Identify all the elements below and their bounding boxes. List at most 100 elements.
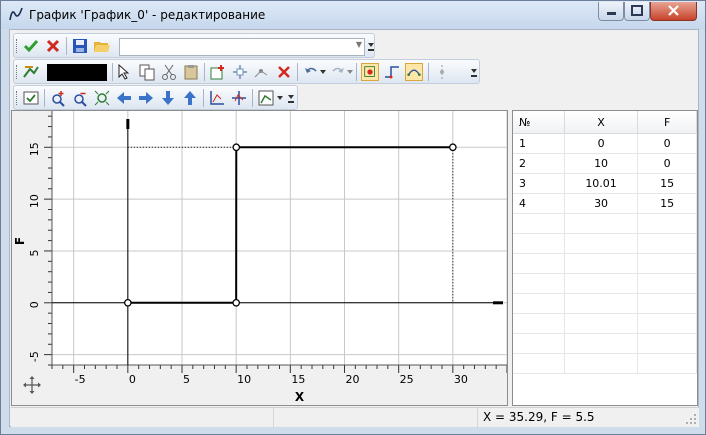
paste-icon[interactable]	[182, 63, 200, 81]
empty-cell[interactable]	[564, 293, 639, 314]
empty-cell[interactable]	[513, 333, 565, 354]
delete-point-icon[interactable]	[275, 63, 293, 81]
table-row[interactable]: 4 30 15	[513, 193, 697, 214]
maximize-button[interactable]	[624, 2, 650, 21]
empty-table-row[interactable]	[513, 253, 697, 274]
move-point-icon[interactable]	[253, 63, 271, 81]
toolbar-grip[interactable]	[16, 65, 19, 79]
undo-icon[interactable]	[302, 63, 320, 81]
toolbar-grip[interactable]	[16, 91, 19, 105]
minimize-button[interactable]	[598, 2, 624, 21]
column-header-x[interactable]: X	[564, 111, 639, 134]
empty-cell[interactable]	[513, 353, 565, 374]
empty-cell[interactable]	[564, 353, 639, 374]
empty-cell[interactable]	[637, 333, 697, 354]
empty-cell[interactable]	[637, 213, 697, 234]
empty-table-row[interactable]	[513, 233, 697, 254]
zoom-out-icon[interactable]	[71, 89, 89, 107]
open-folder-icon[interactable]	[93, 37, 111, 55]
color-swatch[interactable]	[47, 64, 107, 81]
empty-cell[interactable]	[513, 253, 565, 274]
save-icon[interactable]	[71, 37, 89, 55]
empty-cell[interactable]	[564, 273, 639, 294]
empty-cell[interactable]	[564, 213, 639, 234]
empty-cell[interactable]	[513, 213, 565, 234]
row-number-cell[interactable]: 1	[513, 133, 565, 154]
empty-cell[interactable]	[637, 353, 697, 374]
snap-grid-icon[interactable]	[361, 63, 379, 81]
empty-cell[interactable]	[564, 333, 639, 354]
toolbar-overflow-icon[interactable]	[368, 41, 374, 53]
row-number-cell[interactable]: 2	[513, 153, 565, 174]
f-value-cell[interactable]: 0	[637, 153, 697, 174]
zoom-in-icon[interactable]	[49, 89, 67, 107]
table-row[interactable]: 3 10.01 15	[513, 173, 697, 194]
chart-view-dropdown-icon[interactable]	[277, 96, 283, 101]
table-row[interactable]: 2 10 0	[513, 153, 697, 174]
axis-cross-icon[interactable]	[230, 89, 248, 107]
axis-settings-icon[interactable]	[208, 89, 226, 107]
empty-cell[interactable]	[637, 253, 697, 274]
toolbar-overflow-icon[interactable]	[288, 93, 294, 105]
pan-right-icon[interactable]	[137, 89, 155, 107]
f-value-cell[interactable]: 0	[637, 133, 697, 154]
empty-cell[interactable]	[564, 313, 639, 334]
empty-cell[interactable]	[513, 293, 565, 314]
line-color-icon[interactable]	[22, 63, 40, 81]
close-window-button[interactable]	[650, 2, 697, 21]
redo-icon[interactable]	[329, 63, 347, 81]
fit-view-icon[interactable]	[22, 89, 40, 107]
pan-down-icon[interactable]	[159, 89, 177, 107]
step-line-icon[interactable]	[383, 63, 401, 81]
redo-dropdown-icon[interactable]	[347, 70, 353, 75]
x-value-cell[interactable]: 0	[564, 133, 639, 154]
empty-cell[interactable]	[637, 313, 697, 334]
row-number-cell[interactable]: 3	[513, 173, 565, 194]
select-points-icon[interactable]	[116, 63, 134, 81]
empty-cell[interactable]	[513, 233, 565, 254]
align-points-icon[interactable]	[433, 63, 451, 81]
toolbar-grip[interactable]	[16, 39, 19, 53]
f-value-cell[interactable]: 15	[637, 173, 697, 194]
empty-cell[interactable]	[637, 233, 697, 254]
points-table[interactable]: № X F 1 0 0 2 10 0 3 10.01 15 4 30 15	[513, 111, 697, 374]
row-number-cell[interactable]: 4	[513, 193, 565, 214]
empty-cell[interactable]	[637, 273, 697, 294]
empty-table-row[interactable]	[513, 273, 697, 294]
chevron-down-icon[interactable]: ▼	[356, 40, 362, 49]
interpolate-icon[interactable]	[405, 63, 423, 81]
pan-up-icon[interactable]	[181, 89, 199, 107]
empty-table-row[interactable]	[513, 353, 697, 374]
undo-dropdown-icon[interactable]	[320, 70, 326, 75]
pan-left-icon[interactable]	[115, 89, 133, 107]
title-bar[interactable]: График 'График_0' - редактирование	[1, 1, 705, 29]
x-value-cell[interactable]: 10.01	[564, 173, 639, 194]
toolbar-overflow-icon[interactable]	[471, 67, 477, 79]
empty-table-row[interactable]	[513, 213, 697, 234]
zoom-extents-icon[interactable]	[93, 89, 111, 107]
column-header-f[interactable]: F	[637, 111, 697, 134]
chart-panel[interactable]: -5 0 5 10 15 20 25 30 -5 0 5 10 15 X F	[11, 110, 508, 406]
chart-view-icon[interactable]	[257, 89, 275, 107]
copy-icon[interactable]	[138, 63, 156, 81]
table-row[interactable]: 100	[513, 133, 697, 154]
cut-icon[interactable]	[160, 63, 178, 81]
empty-table-row[interactable]	[513, 333, 697, 354]
empty-cell[interactable]	[564, 253, 639, 274]
empty-cell[interactable]	[513, 273, 565, 294]
cancel-x-icon[interactable]	[44, 37, 62, 55]
empty-cell[interactable]	[637, 293, 697, 314]
empty-cell[interactable]	[513, 313, 565, 334]
resize-grip-icon[interactable]	[685, 413, 697, 425]
graph-chart[interactable]: -5 0 5 10 15 20 25 30 -5 0 5 10 15 X F	[12, 111, 508, 405]
x-value-cell[interactable]: 10	[564, 153, 639, 174]
f-value-cell[interactable]: 15	[637, 193, 697, 214]
points-table-panel[interactable]: № X F 1 0 0 2 10 0 3 10.01 15 4 30 15	[512, 110, 698, 406]
add-point-icon[interactable]	[209, 63, 227, 81]
insert-point-icon[interactable]	[231, 63, 249, 81]
column-header-number[interactable]: №	[513, 111, 565, 134]
x-value-cell[interactable]: 30	[564, 193, 639, 214]
apply-check-icon[interactable]	[22, 37, 40, 55]
empty-table-row[interactable]	[513, 293, 697, 314]
graph-select-combo[interactable]: ▼	[119, 38, 365, 56]
